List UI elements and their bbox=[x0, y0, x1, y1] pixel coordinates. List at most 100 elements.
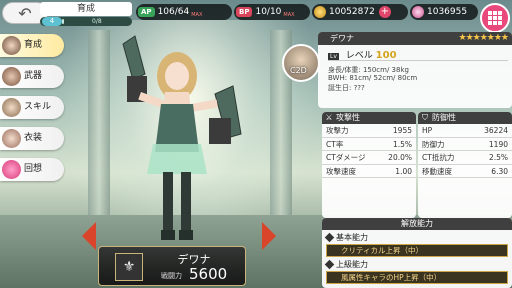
defense-stats: ⛉ 防御性 HP 36224 防御力 1190 CT抵抗力 2.5% 移動速度 6.30 bbox=[418, 112, 512, 218]
side-item-label: 育成 bbox=[24, 40, 43, 50]
side-item-weapon[interactable]: 武器 bbox=[0, 65, 64, 88]
level-badge: 4 bbox=[42, 17, 62, 26]
abilities-panel: 解放能力 基本能力 クリティカル上昇（中） 上級能力 風属性キャラのHP上昇（中… bbox=[322, 218, 512, 288]
gold-counter: 10052872 + bbox=[312, 4, 408, 20]
side-item-memory[interactable]: 回想 bbox=[0, 158, 64, 181]
stat-row: CT抵抗力 2.5% bbox=[418, 151, 512, 165]
stat-key: CT抵抗力 bbox=[422, 153, 455, 162]
stat-row: CTダメージ 20.0% bbox=[322, 151, 416, 165]
bp-max: MAX bbox=[283, 12, 295, 18]
stat-row: 攻撃力 1955 bbox=[322, 124, 416, 138]
power-value: 5600 bbox=[189, 265, 228, 283]
stat-key: CT率 bbox=[326, 139, 344, 149]
weapon-icon bbox=[2, 67, 21, 86]
profile-card: デワナ ★★★★★★★ Lv レベル 100 身長/体重: 150cm/ 38k… bbox=[318, 32, 512, 108]
side-menu: 育成 武器 スキル 衣装 回想 bbox=[0, 34, 70, 189]
bp-label: BP bbox=[236, 7, 253, 17]
stat-value: 1.00 bbox=[395, 166, 412, 176]
stat-row: 防御力 1190 bbox=[418, 138, 512, 151]
grid-menu-icon bbox=[488, 11, 502, 25]
character-nameplate: ⚜ デワナ 戦闘力 5600 bbox=[98, 246, 246, 286]
advanced-ability-value[interactable]: 風属性キャラのHP上昇（中） bbox=[326, 271, 508, 284]
page-title: 育成 bbox=[40, 2, 132, 16]
ap-value: 106/64 bbox=[157, 7, 190, 17]
stat-key: 防御力 bbox=[422, 139, 445, 149]
basic-ability-value[interactable]: クリティカル上昇（中） bbox=[326, 244, 508, 257]
face-icon bbox=[2, 36, 21, 55]
next-character-arrow[interactable] bbox=[262, 222, 276, 250]
diamond-icon bbox=[324, 259, 335, 270]
basic-ability-label: 基本能力 bbox=[322, 232, 512, 243]
diamond-icon bbox=[324, 232, 335, 243]
side-item-label: スキル bbox=[24, 102, 52, 112]
previous-character-arrow[interactable] bbox=[82, 222, 96, 250]
stat-key: CTダメージ bbox=[326, 153, 366, 162]
stat-value: 36224 bbox=[484, 126, 508, 135]
stat-value: 1.5% bbox=[392, 139, 412, 149]
progress-fill bbox=[62, 19, 64, 24]
advanced-ability-text: 上級能力 bbox=[336, 260, 368, 269]
divider bbox=[328, 60, 508, 61]
side-item-label: 衣装 bbox=[24, 133, 43, 143]
back-arrow-icon: ↶ bbox=[18, 3, 32, 23]
advanced-ability-label: 上級能力 bbox=[322, 259, 512, 270]
stat-value: 6.30 bbox=[491, 166, 508, 176]
attack-stats: ⚔ 攻撃性 攻撃力 1955 CT率 1.5% CTダメージ 20.0% 攻撃速度 1.… bbox=[322, 112, 416, 218]
birthday: 誕生日: ??? bbox=[328, 84, 365, 92]
element-emblem-icon: ⚜ bbox=[115, 253, 143, 281]
heart-icon bbox=[2, 160, 21, 179]
sword-icon: ⚔ bbox=[325, 113, 333, 122]
level-progress-bar: 4 0/8 bbox=[40, 17, 132, 26]
defense-header: ⛉ 防御性 bbox=[418, 112, 512, 124]
bp-counter: BP 10/10 MAX bbox=[234, 4, 310, 20]
progress-text: 0/8 bbox=[92, 18, 102, 25]
profile-name: デワナ bbox=[330, 34, 354, 43]
bp-value: 10/10 bbox=[255, 7, 282, 17]
ap-counter: AP 106/64 MAX bbox=[136, 4, 232, 20]
stat-row: 攻撃速度 1.00 bbox=[322, 165, 416, 178]
ap-max: MAX bbox=[191, 12, 203, 18]
character-figure bbox=[122, 35, 242, 240]
gem-icon bbox=[412, 6, 424, 18]
stat-value: 1955 bbox=[392, 126, 412, 135]
main-menu-button[interactable] bbox=[480, 3, 510, 33]
attack-header: ⚔ 攻撃性 bbox=[322, 112, 416, 124]
stat-key: 移動速度 bbox=[422, 166, 452, 176]
add-gold-button[interactable]: + bbox=[378, 6, 391, 18]
stat-row: CT率 1.5% bbox=[322, 138, 416, 151]
background-pillar bbox=[88, 30, 110, 230]
shield-icon: ⛉ bbox=[422, 113, 428, 122]
side-item-training[interactable]: 育成 bbox=[0, 34, 64, 57]
bwh: BWH: 81cm/ 52cm/ 80cm bbox=[328, 74, 418, 82]
ap-label: AP bbox=[138, 7, 155, 17]
stat-value: 2.5% bbox=[488, 153, 508, 162]
side-item-label: 回想 bbox=[24, 164, 43, 174]
gold-coin-icon bbox=[314, 6, 326, 18]
stat-row: HP 36224 bbox=[418, 124, 512, 138]
gem-value: 1036955 bbox=[427, 7, 468, 17]
skill-icon bbox=[2, 98, 21, 117]
c2d-badge: C2D bbox=[290, 66, 307, 75]
stat-key: HP bbox=[422, 126, 433, 135]
stat-key: 攻撃力 bbox=[326, 126, 349, 135]
power-label: 戦闘力 bbox=[161, 272, 182, 280]
basic-ability-text: 基本能力 bbox=[336, 233, 368, 242]
costume-icon bbox=[2, 129, 21, 148]
status-panel: デワナ ★★★★★★★ Lv レベル 100 身長/体重: 150cm/ 38k… bbox=[282, 32, 512, 288]
side-item-costume[interactable]: 衣装 bbox=[0, 127, 64, 150]
side-item-label: 武器 bbox=[24, 71, 43, 81]
top-bar: ↶ 育成 4 0/8 AP 106/64 MAX BP 10/10 MAX 10… bbox=[0, 0, 512, 33]
abilities-title: 解放能力 bbox=[322, 218, 512, 230]
character-avatar[interactable] bbox=[282, 44, 320, 82]
gem-counter: 1036955 bbox=[410, 4, 478, 20]
level-badge-small: Lv bbox=[328, 53, 339, 60]
attack-title: 攻撃性 bbox=[336, 113, 360, 122]
side-item-skill[interactable]: スキル bbox=[0, 96, 64, 119]
defense-title: 防御性 bbox=[432, 113, 456, 122]
rarity-stars: ★★★★★★★ bbox=[458, 33, 509, 43]
stat-value: 1190 bbox=[488, 139, 508, 149]
stat-row: 移動速度 6.30 bbox=[418, 165, 512, 178]
gold-value: 10052872 bbox=[329, 7, 375, 17]
stat-value: 20.0% bbox=[388, 153, 412, 162]
stat-key: 攻撃速度 bbox=[326, 166, 356, 176]
